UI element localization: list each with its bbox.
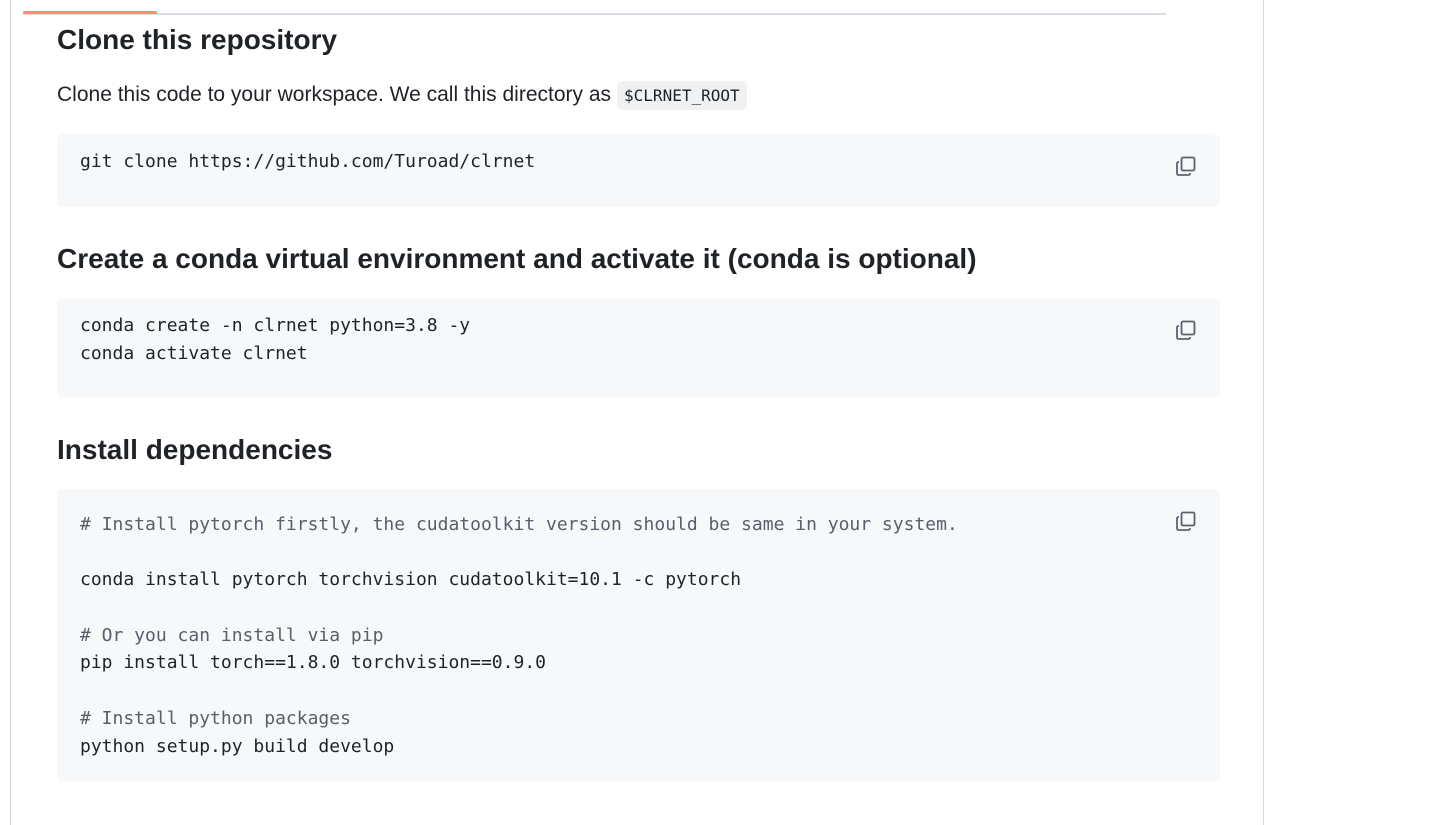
- code-comment[interactable]: # Install pytorch firstly, the cudatoolk…: [80, 511, 1197, 539]
- copy-button[interactable]: [1174, 154, 1198, 178]
- code-comment[interactable]: # Install python packages: [80, 705, 1197, 733]
- code-line[interactable]: pip install torch==1.8.0 torchvision==0.…: [80, 649, 1197, 677]
- clone-description-text: Clone this code to your workspace. We ca…: [57, 83, 612, 106]
- copy-icon: [1176, 320, 1196, 340]
- code-line[interactable]: conda install pytorch torchvision cudato…: [80, 566, 1197, 594]
- code-line[interactable]: conda create -n clrnet python=3.8 -y: [80, 312, 1197, 340]
- code-block-conda: conda create -n clrnet python=3.8 -y con…: [57, 298, 1220, 398]
- inline-code-root: $CLRNET_ROOT: [617, 81, 747, 110]
- code-line[interactable]: git clone https://github.com/Turoad/clrn…: [80, 148, 1197, 176]
- code-line[interactable]: conda activate clrnet: [80, 340, 1197, 368]
- heading-create-conda-env: Create a conda virtual environment and a…: [57, 243, 977, 274]
- active-tab-indicator: [23, 11, 157, 14]
- readme-container: Clone this repository Clone this code to…: [10, 0, 1264, 825]
- code-comment[interactable]: # Or you can install via pip: [80, 622, 1197, 650]
- code-block-clone: git clone https://github.com/Turoad/clrn…: [57, 134, 1220, 207]
- heading-install-dependencies: Install dependencies: [57, 434, 333, 465]
- readme-page: Clone this repository Clone this code to…: [0, 0, 1446, 825]
- clone-description: Clone this code to your workspace. We ca…: [57, 80, 747, 111]
- code-line[interactable]: python setup.py build develop: [80, 733, 1197, 761]
- copy-icon: [1176, 156, 1196, 176]
- tab-underline: [23, 11, 1166, 15]
- code-block-dependencies: # Install pytorch firstly, the cudatoolk…: [57, 489, 1220, 782]
- copy-button[interactable]: [1174, 318, 1198, 342]
- copy-icon: [1176, 511, 1196, 531]
- heading-clone-repository: Clone this repository: [57, 24, 338, 55]
- copy-button[interactable]: [1174, 509, 1198, 533]
